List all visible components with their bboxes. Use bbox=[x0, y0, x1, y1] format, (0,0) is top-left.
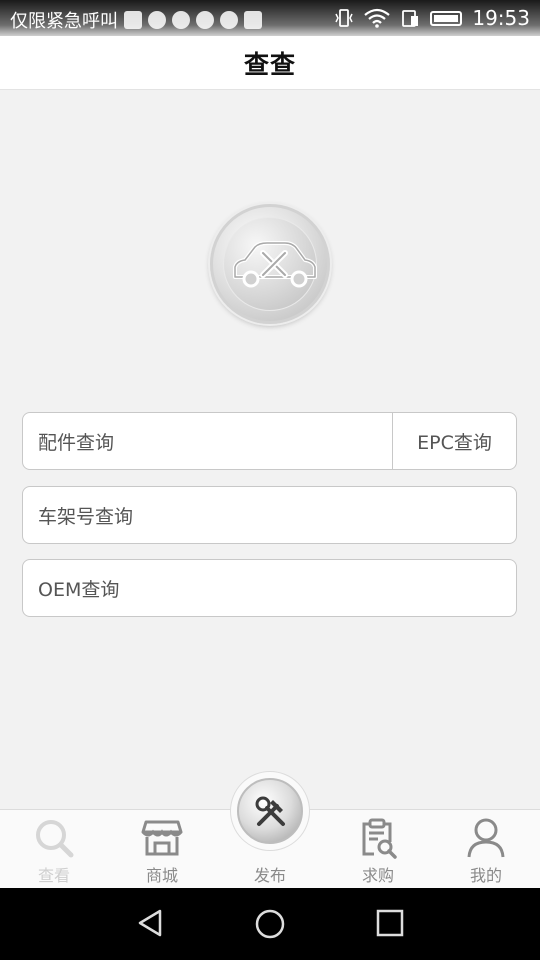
store-icon bbox=[141, 820, 183, 856]
parts-search-label: 配件查询 bbox=[38, 431, 115, 454]
oem-search-label: OEM查询 bbox=[38, 578, 120, 601]
title-bar: 查查 bbox=[0, 36, 540, 90]
play-icon bbox=[172, 11, 190, 29]
oem-search-field[interactable]: OEM查询 bbox=[22, 559, 517, 617]
epc-query-label: EPC查询 bbox=[417, 431, 492, 454]
image-icon bbox=[244, 11, 262, 29]
user-icon bbox=[467, 818, 505, 858]
tab-mine[interactable]: 我的 bbox=[432, 810, 540, 889]
clipboard-search-icon bbox=[362, 818, 397, 859]
wifi-icon bbox=[364, 8, 391, 28]
sim-signal-icon bbox=[402, 10, 419, 27]
publish-button[interactable] bbox=[230, 771, 310, 851]
carrier-text: 仅限紧急呼叫 bbox=[10, 11, 118, 32]
status-bar: 仅限紧急呼叫 19:53 bbox=[0, 0, 540, 36]
app-logo bbox=[210, 204, 330, 324]
page-title: 查查 bbox=[243, 49, 296, 79]
search-icon bbox=[36, 820, 74, 858]
tab-purchase-label: 求购 bbox=[361, 866, 394, 885]
app-screen: 仅限紧急呼叫 19:53 查查 配件查询 EPC查询 车架号查询 OEM查询 查… bbox=[0, 0, 540, 960]
tab-view[interactable]: 查看 bbox=[0, 810, 108, 889]
clock: 19:53 bbox=[472, 6, 530, 30]
home-icon[interactable] bbox=[254, 908, 286, 940]
recents-icon[interactable] bbox=[375, 908, 405, 938]
play-icon bbox=[148, 11, 166, 29]
vibrate-icon bbox=[335, 9, 354, 27]
tab-mall[interactable]: 商城 bbox=[108, 810, 216, 889]
system-nav-bar bbox=[0, 888, 540, 960]
play-icon bbox=[196, 11, 214, 29]
vin-search-field[interactable]: 车架号查询 bbox=[22, 486, 517, 544]
tab-mall-label: 商城 bbox=[145, 866, 178, 885]
car-wrench-icon bbox=[233, 241, 317, 288]
vin-search-label: 车架号查询 bbox=[38, 505, 134, 528]
epc-query-button[interactable]: EPC查询 bbox=[392, 413, 516, 469]
tab-purchase[interactable]: 求购 bbox=[324, 810, 432, 889]
emblem-icon bbox=[220, 11, 238, 29]
tab-view-label: 查看 bbox=[37, 866, 70, 885]
tab-publish-label: 发布 bbox=[253, 866, 286, 885]
back-icon[interactable] bbox=[136, 908, 166, 938]
tab-mine-label: 我的 bbox=[469, 866, 502, 885]
tools-icon bbox=[255, 796, 285, 826]
parts-search-field[interactable]: 配件查询 bbox=[23, 413, 392, 469]
sim-icon bbox=[124, 11, 142, 29]
parts-search-row: 配件查询 EPC查询 bbox=[22, 412, 517, 470]
battery-icon bbox=[430, 10, 463, 26]
